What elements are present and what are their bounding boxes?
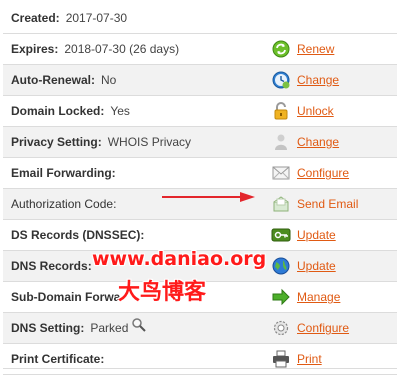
renew-action[interactable]: Renew [271,39,334,59]
privacy-setting-label: Privacy Setting: WHOIS Privacy [11,135,192,149]
dns-records-update-link[interactable]: Update [297,256,336,276]
email-forwarding-configure-action[interactable]: Configure [271,163,349,183]
dns-setting-value: Parked [90,321,129,335]
watermark-url: www.daniao.org [92,248,267,270]
domain-locked-label: Domain Locked: Yes [11,104,130,118]
send-email-action[interactable]: Send Email [271,194,358,214]
auto-renewal-change-action[interactable]: Change [271,70,339,90]
created-label: Created: 2017-07-30 [11,11,128,25]
print-certificate-label: Print Certificate: [11,352,105,366]
green-arrow-icon[interactable] [271,287,291,307]
printer-icon[interactable] [271,349,291,369]
auto-renewal-value: No [101,73,117,87]
row-print-certificate: Print Certificate: Print [3,344,397,375]
magnifier-icon[interactable] [131,314,147,344]
email-forwarding-configure-link[interactable]: Configure [297,163,349,183]
row-created: Created: 2017-07-30 [3,3,397,34]
privacy-change-link[interactable]: Change [297,132,339,152]
ds-records-update-action[interactable]: Update [271,225,336,245]
envelope-icon[interactable] [271,163,291,183]
bottom-divider [3,368,397,369]
row-dns-setting: DNS Setting: Parked Configure [3,313,397,344]
auto-renewal-label: Auto-Renewal: No [11,73,117,87]
padlock-icon[interactable] [271,101,291,121]
auto-renewal-change-link[interactable]: Change [297,70,339,90]
unlock-link[interactable]: Unlock [297,101,334,121]
row-ds-records: DS Records (DNSSEC): Update [3,220,397,251]
row-domain-locked: Domain Locked: Yes Unlock [3,96,397,127]
privacy-icon[interactable] [271,132,291,152]
globe-icon[interactable] [271,256,291,276]
manage-action[interactable]: Manage [271,287,340,307]
unlock-action[interactable]: Unlock [271,101,334,121]
gear-icon[interactable] [271,318,291,338]
row-expires: Expires: 2018-07-30 (26 days) Renew [3,34,397,65]
domain-locked-value: Yes [110,104,130,118]
created-value: 2017-07-30 [65,11,128,25]
clock-icon[interactable] [271,70,291,90]
privacy-setting-value: WHOIS Privacy [107,135,192,149]
print-action[interactable]: Print [271,349,322,369]
annotation-arrow [162,192,255,202]
ds-records-update-link[interactable]: Update [297,225,336,245]
ds-records-label: DS Records (DNSSEC): [11,228,145,242]
send-email-link[interactable]: Send Email [297,194,358,214]
watermark-name: 大鸟博客 [118,280,207,305]
renew-link[interactable]: Renew [297,39,334,59]
row-privacy-setting: Privacy Setting: WHOIS Privacy Change [3,127,397,158]
dns-records-label: DNS Records: [11,259,92,273]
dns-setting-configure-action[interactable]: Configure [271,318,349,338]
manage-link[interactable]: Manage [297,287,340,307]
print-link[interactable]: Print [297,349,322,369]
expires-label: Expires: 2018-07-30 (26 days) [11,42,180,56]
authorization-code-label: Authorization Code: [11,197,117,211]
domain-settings-table: Created: 2017-07-30 Expires: 2018-07-30 (2… [3,3,397,375]
row-auto-renewal: Auto-Renewal: No Change [3,65,397,96]
dns-setting-label: DNS Setting: Parked [11,313,147,343]
expires-value: 2018-07-30 (26 days) [64,42,180,56]
dns-records-update-action[interactable]: Update [271,256,336,276]
privacy-change-action[interactable]: Change [271,132,339,152]
email-forwarding-label: Email Forwarding: [11,166,116,180]
sub-domain-forwarding-label: Sub-Domain Forwa [11,290,121,304]
renew-icon[interactable] [271,39,291,59]
key-icon[interactable] [271,225,291,245]
open-envelope-icon[interactable] [271,194,291,214]
dns-setting-configure-link[interactable]: Configure [297,318,349,338]
row-email-forwarding: Email Forwarding: Configure [3,158,397,189]
